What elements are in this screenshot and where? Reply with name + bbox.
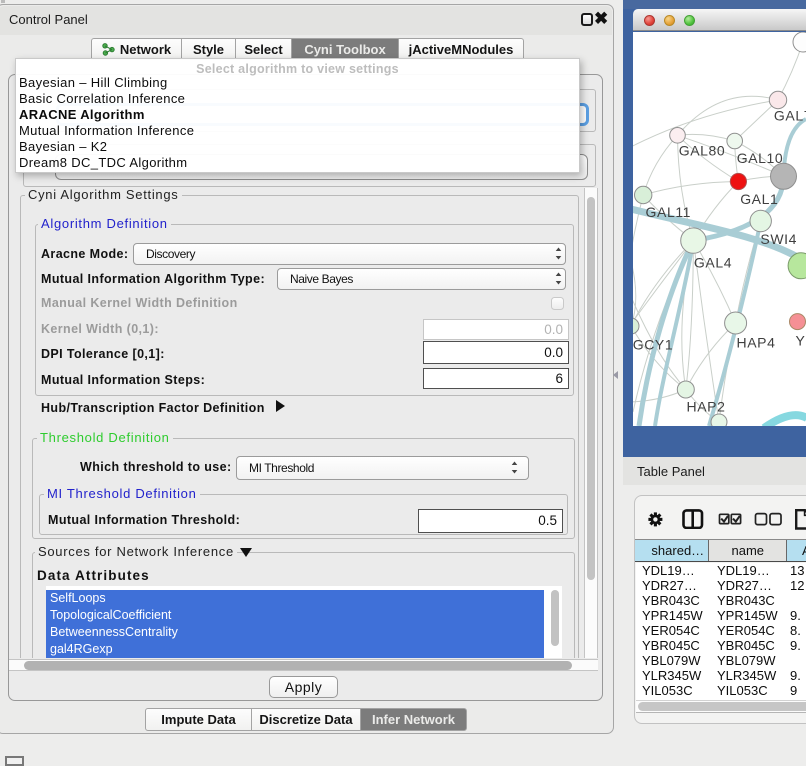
svg-text:HAP2: HAP2 <box>687 399 726 415</box>
svg-text:GCY1: GCY1 <box>633 337 673 353</box>
svg-text:Y: Y <box>796 333 806 349</box>
svg-text:SWI4: SWI4 <box>760 231 797 247</box>
svg-text:GAL7: GAL7 <box>774 108 806 124</box>
svg-text:GAL1: GAL1 <box>740 191 778 207</box>
svg-text:GAL10: GAL10 <box>737 150 784 166</box>
svg-text:HAP4: HAP4 <box>737 335 776 351</box>
svg-text:GAL4: GAL4 <box>694 255 732 271</box>
svg-text:GAL80: GAL80 <box>679 143 726 159</box>
svg-text:GAL11: GAL11 <box>646 204 692 220</box>
